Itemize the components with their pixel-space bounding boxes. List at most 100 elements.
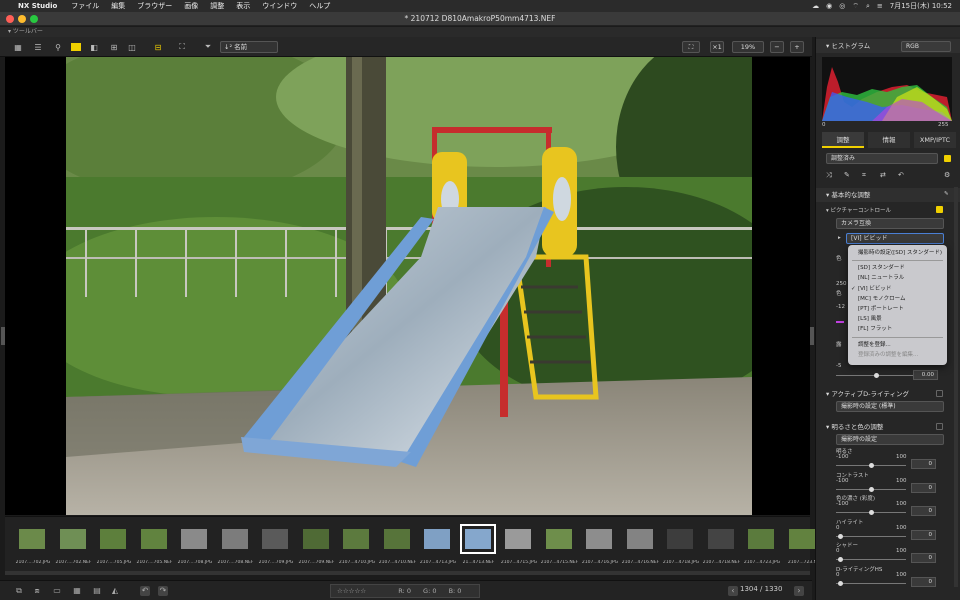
filter-icon[interactable]: ⏷ [202,41,214,53]
filmstrip-thumbnail[interactable] [262,529,288,549]
compare-view-icon[interactable]: ◫ [126,41,138,53]
exposure-value[interactable]: 0.00 [913,370,938,380]
zoom-window-button[interactable] [30,15,38,23]
menu-browser[interactable]: ブラウザー [137,1,172,11]
filmstrip-thumbnail[interactable] [505,529,531,549]
left-panel-toggle[interactable] [1,327,5,345]
map-pin-icon[interactable]: ⚲ [52,41,64,53]
dropdown-option[interactable]: [NL] ニュートラル [848,273,947,283]
crop-icon[interactable]: ⌗ [862,171,866,180]
wifi-icon[interactable]: ⌔ [852,2,859,11]
filmstrip-thumbnail[interactable] [545,529,572,549]
filmstrip-thumbnail[interactable] [748,529,774,549]
tab-info[interactable]: 情報 [868,132,910,148]
stack-icon[interactable]: ⧈ [32,586,42,596]
fullscreen-icon[interactable]: ⛶ [176,41,188,53]
filmstrip-thumbnail[interactable] [383,529,410,549]
filmstrip-thumbnail[interactable] [59,529,86,549]
brightness-color-checkbox[interactable] [936,423,943,430]
slider-knob[interactable] [869,463,874,468]
tab-adjust[interactable]: 調整 [822,132,864,148]
active-d-lighting-select[interactable]: 撮影時の設定 (標準) [836,401,944,412]
zoom-in-icon[interactable]: + [790,41,804,53]
rotate-left-icon[interactable]: ↶ [140,586,150,596]
tab-xmp-iptc[interactable]: XMP/IPTC [914,132,956,148]
filmstrip-thumbnail[interactable] [181,529,207,549]
active-d-lighting-checkbox[interactable] [936,390,943,397]
menu-image[interactable]: 画像 [184,1,198,11]
slider-knob[interactable] [838,580,843,586]
slider-value[interactable]: 0 [911,576,936,587]
adjust-slider[interactable] [836,580,906,586]
menu-help[interactable]: ヘルプ [309,1,330,11]
dropdown-option[interactable]: ✓ [VI] ビビッド [848,284,947,294]
slider-value[interactable]: 0 [911,459,936,469]
menu-adjust[interactable]: 調整 [210,1,224,11]
filmstrip-thumbnail[interactable] [100,529,126,549]
retouch-brush-icon[interactable]: ✎ [844,171,850,179]
slider-value[interactable]: 0 [911,482,936,493]
dropdown-option[interactable]: [PT] ポートレート [848,304,947,314]
dropdown-option[interactable]: [LS] 風景 [848,314,947,324]
exposure-slider[interactable] [836,373,916,378]
quad-view-icon[interactable]: ⊞ [108,41,120,53]
list-view-icon[interactable]: ☰ [32,41,44,53]
frame-icon[interactable]: ▭ [52,586,62,596]
slider-value[interactable]: 0 [911,553,936,563]
next-image-icon[interactable]: › [794,586,804,596]
film-icon[interactable]: ▤ [92,586,102,596]
grid-icon[interactable]: ▦ [72,586,82,596]
clock[interactable]: 7月15日(木) 10:52 [890,1,952,11]
picture-control-value-select[interactable]: [VI] ビビッド [846,233,944,244]
menu-window[interactable]: ウインドウ [262,1,297,11]
close-window-button[interactable] [6,15,14,23]
basic-edit-icon[interactable]: ✎ [944,191,949,197]
adjust-slider[interactable] [836,533,906,539]
dropdown-option[interactable]: [FL] フラット [848,324,947,334]
filmstrip-layout-icon[interactable]: ⊟ [152,41,164,53]
slider-value[interactable]: 0 [911,506,936,516]
dropdown-option[interactable]: [SD] スタンダード [848,263,947,273]
right-panel-toggle[interactable] [810,327,814,345]
slider-knob[interactable] [869,510,874,515]
filmstrip-thumbnail[interactable] [667,529,693,549]
filmstrip-thumbnail[interactable] [343,529,369,549]
undo-icon[interactable]: ↶ [898,171,904,179]
filmstrip-thumbnail[interactable] [302,529,329,549]
picture-control-header[interactable]: ▾ ピクチャーコントロール [826,206,891,214]
zoom-fit-button[interactable]: ×1 [710,41,724,53]
preset-enabled-checkbox[interactable] [944,155,951,162]
filmstrip-thumbnail[interactable] [221,529,248,549]
main-photo[interactable] [66,57,752,515]
status-icon[interactable]: ◉ [826,2,832,10]
image-viewer[interactable] [1,57,814,515]
filmstrip-thumbnail[interactable] [586,529,612,549]
filmstrip-scrollbar[interactable] [5,571,810,575]
sort-select[interactable]: ↓² 名前 [220,41,278,53]
filmstrip-thumbnail[interactable] [140,529,167,549]
sync-icon[interactable]: ◎ [839,2,845,10]
previous-image-icon[interactable]: ‹ [728,586,738,596]
layers-icon[interactable]: ⧉ [14,586,24,596]
filmstrip-thumbnail[interactable] [424,529,450,549]
fit-screen-icon[interactable]: ⛶ [682,41,700,53]
register-adjustment-option[interactable]: 調整を登録... [848,340,947,350]
picture-control-checkbox[interactable] [936,206,943,213]
split-view-icon[interactable]: ◧ [88,41,100,53]
menu-file[interactable]: ファイル [71,1,99,11]
sidebar-scrollbar[interactable] [954,187,958,587]
expand-arrow-icon[interactable]: ▸ [838,235,841,241]
adjust-slider[interactable] [836,510,906,515]
slider-knob[interactable] [838,557,843,562]
adjust-slider[interactable] [836,557,906,562]
histogram-icon[interactable]: ◭ [110,586,120,596]
menu-edit[interactable]: 編集 [111,1,125,11]
zoom-level-select[interactable]: 19% [732,41,764,53]
picture-control-mode-select[interactable]: カメラ互換 [836,218,944,229]
straighten-icon[interactable]: ⇄ [880,171,886,179]
search-icon[interactable]: ⌕ [866,2,870,11]
filmstrip-thumbnail[interactable] [788,529,815,549]
dropdown-option[interactable]: [MC] モノクローム [848,294,947,304]
menu-view[interactable]: 表示 [236,1,250,11]
control-center-icon[interactable]: ≡ [877,2,883,10]
